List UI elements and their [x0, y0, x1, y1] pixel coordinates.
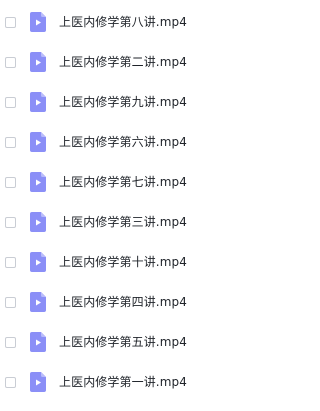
file-row[interactable]: 上医内修学第四讲.mp4 [0, 282, 288, 322]
select-checkbox[interactable] [5, 56, 16, 68]
file-row[interactable]: 上医内修学第一讲.mp4 [0, 362, 288, 402]
video-file-icon [30, 132, 46, 152]
video-file-icon [30, 252, 46, 272]
video-file-icon [30, 332, 46, 352]
file-name[interactable]: 上医内修学第六讲.mp4 [59, 134, 187, 150]
file-row[interactable]: 上医内修学第七讲.mp4 [0, 162, 288, 202]
video-file-icon [30, 92, 46, 112]
file-name[interactable]: 上医内修学第四讲.mp4 [59, 294, 187, 310]
file-row[interactable]: 上医内修学第三讲.mp4 [0, 202, 288, 242]
file-row[interactable]: 上医内修学第五讲.mp4 [0, 322, 288, 362]
file-row[interactable]: 上医内修学第十讲.mp4 [0, 242, 288, 282]
select-checkbox[interactable] [5, 336, 16, 348]
select-checkbox[interactable] [5, 16, 16, 28]
file-name[interactable]: 上医内修学第五讲.mp4 [59, 334, 187, 350]
select-checkbox[interactable] [5, 376, 16, 388]
file-row[interactable]: 上医内修学第六讲.mp4 [0, 122, 288, 162]
select-checkbox[interactable] [5, 256, 16, 268]
select-checkbox[interactable] [5, 176, 16, 188]
file-row[interactable]: 上医内修学第二讲.mp4 [0, 42, 288, 82]
file-name[interactable]: 上医内修学第二讲.mp4 [59, 54, 187, 70]
video-file-icon [30, 172, 46, 192]
file-name[interactable]: 上医内修学第三讲.mp4 [59, 214, 187, 230]
file-name[interactable]: 上医内修学第九讲.mp4 [59, 94, 187, 110]
video-file-icon [30, 52, 46, 72]
file-row[interactable]: 上医内修学第八讲.mp4 [0, 2, 288, 42]
video-file-icon [30, 372, 46, 392]
file-name[interactable]: 上医内修学第七讲.mp4 [59, 174, 187, 190]
file-row[interactable]: 上医内修学第九讲.mp4 [0, 82, 288, 122]
video-file-icon [30, 212, 46, 232]
video-file-icon [30, 292, 46, 312]
video-file-icon [30, 12, 46, 32]
file-name[interactable]: 上医内修学第八讲.mp4 [59, 14, 187, 30]
file-name[interactable]: 上医内修学第十讲.mp4 [59, 254, 187, 270]
select-checkbox[interactable] [5, 216, 16, 228]
select-checkbox[interactable] [5, 296, 16, 308]
file-name[interactable]: 上医内修学第一讲.mp4 [59, 374, 187, 390]
select-checkbox[interactable] [5, 136, 16, 148]
file-list: 上医内修学第八讲.mp4 上医内修学第二讲.mp4 上医内修学第九讲.mp4 上… [0, 0, 288, 411]
select-checkbox[interactable] [5, 96, 16, 108]
